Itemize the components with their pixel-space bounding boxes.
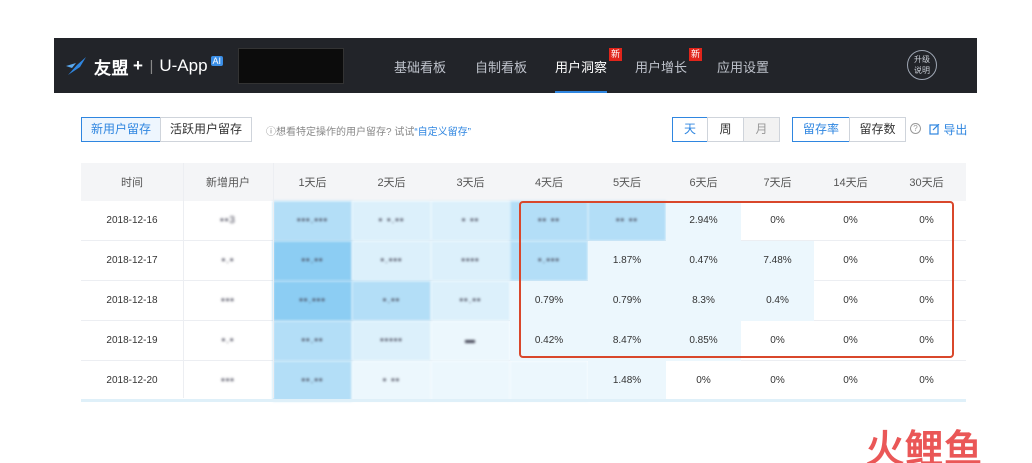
ai-badge: AI [210,56,224,66]
column-header: 7天后 [763,177,792,189]
retention-cell: ▪▪.▪▪ [431,281,510,321]
date-cell: 2018-12-17 [106,255,158,266]
retention-cell: ▪▪▪▪▪ [352,321,431,361]
retention-cell [431,361,510,401]
column-header: 新增用户 [206,177,250,189]
upgrade-info-button[interactable]: 升级 说明 [907,50,937,80]
brand-plus: + [133,56,144,75]
column-header: 4天后 [534,177,564,189]
nav-user-growth[interactable]: 用户增长 [635,38,687,93]
table-row: 2018-12-20 ▪▪▪ ▪▪.▪▪ ▪ ▪▪ 1.48% 0% 0% 0% 0% [81,361,966,401]
metric-count-button[interactable]: 留存数 [849,117,906,142]
period-month-button[interactable]: 月 [743,117,780,142]
retention-cell: ▪▪▪▪ [431,241,510,281]
retention-cell: ▪ ▪.▪▪ [352,201,431,241]
column-header: 30天后 [909,177,944,189]
column-header: 1天后 [298,177,327,189]
nav-basic-dashboard[interactable]: 基础看板 [394,38,446,93]
retention-cell: ▪▪.▪▪ [273,241,352,281]
new-users-cell: ▪▪▪ [221,375,235,386]
redacted-app-selector[interactable] [238,48,344,84]
metric-rate-button[interactable]: 留存率 [792,117,850,142]
retention-cell: 0% [770,375,785,386]
retention-cell: 0% [843,375,858,386]
date-cell: 2018-12-18 [106,295,158,306]
brand-separator: | [149,57,154,75]
retention-cell: ▬ [431,321,510,361]
column-divider [273,163,274,398]
retention-cell [510,361,588,401]
retention-cell: 0% [696,375,711,386]
tab-new-user-retention[interactable]: 新用户留存 [81,117,161,142]
new-users-cell: ▪▪▪ [221,295,235,306]
column-divider [183,163,184,398]
retention-cell: ▪▪.▪▪ [273,361,352,401]
new-users-cell: ▪▪3 [220,215,236,226]
column-header: 3天后 [456,177,485,189]
column-header: 6天后 [689,177,718,189]
brand-logo[interactable]: 友盟 + | U-App AI [66,53,224,79]
retention-cell: ▪▪▪.▪▪▪ [273,201,352,241]
retention-cell: 0% [919,375,934,386]
new-badge: 新 [609,48,622,61]
table-bottom-edge [81,399,966,402]
retention-cell: ▪▪.▪▪▪ [273,281,352,321]
nav-user-insight[interactable]: 用户洞察 [555,38,608,93]
product-name: U-App [159,56,208,75]
period-week-button[interactable]: 周 [707,117,744,142]
period-day-button[interactable]: 天 [672,117,708,142]
column-header: 5天后 [612,177,642,189]
retention-cell: 1.48% [588,361,666,401]
retention-cell: ▪.▪▪ [352,281,431,321]
export-icon [929,123,943,137]
date-cell: 2018-12-19 [106,335,158,346]
column-header: 2天后 [377,177,406,189]
column-header: 时间 [121,177,143,189]
nav-app-settings[interactable]: 应用设置 [717,38,769,93]
retention-cell: ▪ ▪▪ [352,361,431,401]
custom-retention-link[interactable]: “自定义留存” [414,127,471,138]
highlight-annotation-box [519,201,954,358]
umeng-bird-icon [66,55,88,77]
help-icon[interactable]: ? [910,123,921,134]
retention-cell: ▪▪.▪▪ [273,321,352,361]
retention-cell: ▪ ▪▪ [431,201,510,241]
table-header: 时间 新增用户 1天后 2天后 3天后 4天后 5天后 6天后 7天后 14天后 30天后 [81,163,966,201]
new-users-cell: ▪.▪ [221,255,235,266]
hint-text: ⓘ想看特定操作的用户留存? 试试 [266,127,415,138]
column-header: 14天后 [833,177,868,189]
export-label: 导出 [943,123,968,137]
custom-retention-hint: ⓘ想看特定操作的用户留存? 试试“自定义留存” [266,123,471,138]
top-nav-bar: 友盟 + | U-App AI 基础看板 自制看板 用户洞察 新 用户增长 新 … [54,38,977,93]
retention-cell: ▪.▪▪▪ [352,241,431,281]
upgrade-label: 升级 [914,55,930,64]
date-cell: 2018-12-16 [106,215,158,226]
brand-name: 友盟 [94,58,129,78]
new-badge: 新 [689,48,702,61]
nav-custom-dashboard[interactable]: 自制看板 [475,38,527,93]
tab-active-user-retention[interactable]: 活跃用户留存 [160,117,252,142]
watermark-logo: 火鲤鱼 [866,429,984,463]
new-users-cell: ▪.▪ [221,335,235,346]
date-cell: 2018-12-20 [106,375,158,386]
upgrade-label: 说明 [914,66,930,75]
export-button[interactable]: 导出 [929,121,967,138]
